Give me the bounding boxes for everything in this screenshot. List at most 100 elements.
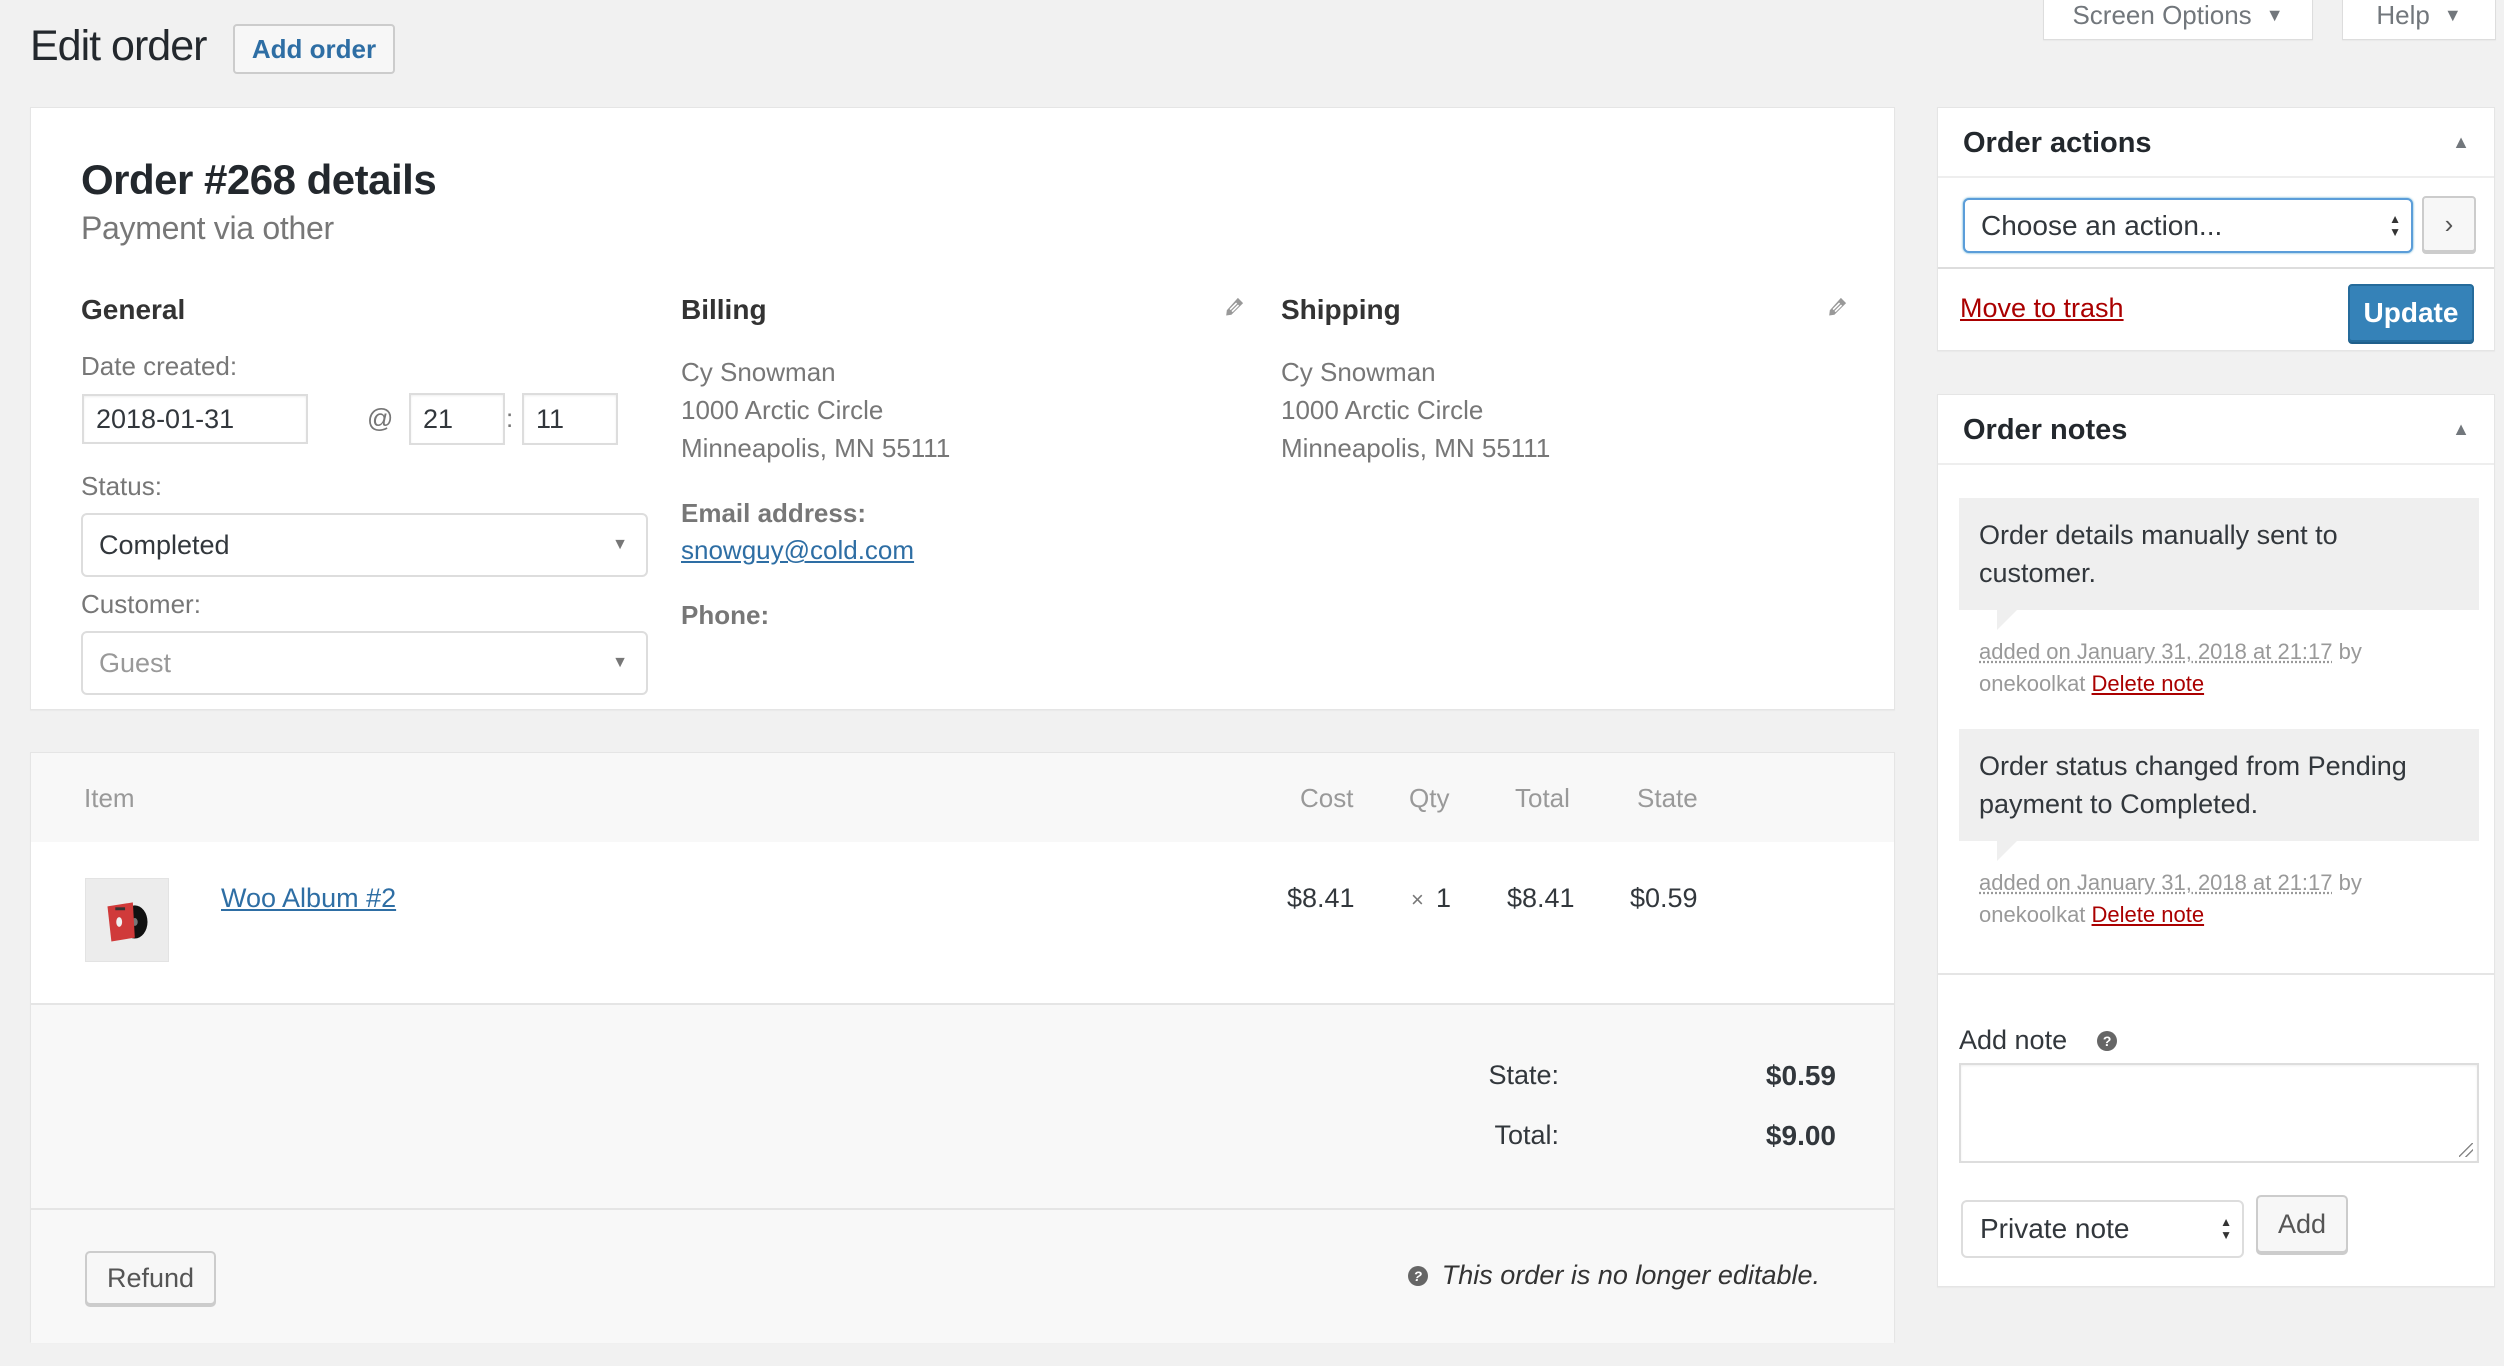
items-actions-bar: Refund ? This order is no longer editabl…: [31, 1208, 1894, 1343]
note-item: Order details manually sent to customer.…: [1959, 498, 2479, 700]
add-order-button[interactable]: Add order: [233, 24, 395, 74]
select-arrows-icon: ▲ ▼: [2389, 211, 2401, 239]
email-label: Email address:: [681, 498, 866, 528]
add-note-textarea[interactable]: [1959, 1063, 2479, 1163]
billing-title: Billing: [681, 294, 767, 325]
order-actions-footer: Move to trash Update: [1938, 267, 2494, 352]
payment-method: Payment via other: [81, 210, 334, 246]
page-title: Edit order: [30, 22, 207, 70]
shipping-title: Shipping: [1281, 294, 1401, 325]
general-title: General: [81, 294, 186, 325]
delete-note-link[interactable]: Delete note: [2092, 671, 2205, 696]
column-header-state: State: [1637, 783, 1698, 813]
minute-input[interactable]: 11: [522, 393, 618, 445]
item-cost: $8.41: [1287, 883, 1355, 913]
items-table-header: Item Cost Qty Total State: [31, 753, 1894, 842]
column-header-cost: Cost: [1300, 783, 1354, 813]
order-notes-title: Order notes: [1963, 414, 2128, 446]
shipping-name: Cy Snowman: [1281, 357, 1436, 387]
note-meta: added on January 31, 2018 at 21:17 by on…: [1959, 636, 2479, 700]
resize-handle-icon[interactable]: [2459, 1143, 2473, 1157]
order-notes-box: Order notes ▲ Order details manually sen…: [1937, 394, 2495, 1287]
caret-down-icon: ▼: [612, 654, 628, 671]
item-qty: 1: [1436, 883, 1452, 913]
triangle-down-icon: ▼: [2443, 5, 2462, 25]
date-input[interactable]: 2018-01-31: [82, 394, 308, 444]
collapse-toggle-icon[interactable]: ▲: [2452, 419, 2470, 440]
at-symbol: @: [367, 403, 394, 433]
not-editable-text: This order is no longer editable.: [1441, 1260, 1820, 1290]
note-type-select[interactable]: Private note ▲ ▼: [1961, 1200, 2244, 1258]
notes-divider: [1938, 973, 2494, 975]
select-arrows-icon: ▲ ▼: [2220, 1215, 2232, 1242]
order-data-panel: Order #268 details Payment via other Gen…: [30, 107, 1895, 710]
help-label: Help: [2376, 0, 2430, 30]
customer-label: Customer:: [81, 589, 201, 619]
note-content: Order details manually sent to customer.: [1959, 498, 2479, 630]
edit-billing-pencil-icon[interactable]: [1221, 294, 1247, 320]
note-item: Order status changed from Pending paymen…: [1959, 729, 2479, 931]
order-totals: State: $0.59 Total: $9.00: [31, 1003, 1894, 1208]
order-items-panel: Item Cost Qty Total State Woo Album #2 $…: [30, 752, 1895, 1343]
totals-total-label: Total:: [1494, 1120, 1559, 1150]
add-note-label-row: Add note ?: [1959, 1025, 2118, 1056]
order-notes-header[interactable]: Order notes ▲: [1938, 395, 2494, 465]
order-actions-box: Order actions ▲ Choose an action... ▲ ▼ ›…: [1937, 107, 2495, 351]
move-to-trash-link[interactable]: Move to trash: [1960, 293, 2124, 324]
billing-city-line: Minneapolis, MN 55111: [681, 433, 951, 463]
customer-value: Guest: [99, 647, 172, 678]
screen-options-label: Screen Options: [2072, 0, 2252, 30]
note-date: added on January 31, 2018 at 21:17: [1979, 870, 2333, 895]
column-header-item: Item: [84, 783, 135, 813]
delete-note-link[interactable]: Delete note: [2092, 902, 2205, 927]
totals-total-value: $9.00: [1765, 1120, 1836, 1151]
add-note-button[interactable]: Add: [2256, 1195, 2348, 1253]
shipping-address-line1: 1000 Arctic Circle: [1281, 395, 1484, 425]
add-note-label: Add note: [1959, 1025, 2068, 1055]
triangle-down-icon: ▼: [2265, 5, 2284, 25]
update-button[interactable]: Update: [2348, 284, 2474, 342]
note-by: by: [2338, 870, 2362, 895]
billing-name: Cy Snowman: [681, 357, 836, 387]
column-header-qty: Qty: [1409, 783, 1450, 813]
order-heading: Order #268 details: [81, 156, 437, 203]
status-value: Completed: [99, 529, 230, 560]
note-by: by: [2338, 639, 2362, 664]
time-separator: :: [506, 403, 514, 433]
note-author: onekoolkat: [1979, 671, 2086, 696]
edit-shipping-pencil-icon[interactable]: [1824, 294, 1850, 320]
date-created-label: Date created:: [81, 351, 238, 381]
totals-state-label: State:: [1488, 1060, 1559, 1090]
status-label: Status:: [81, 471, 162, 501]
refund-button[interactable]: Refund: [85, 1251, 216, 1305]
help-icon[interactable]: ?: [2097, 1030, 2118, 1051]
order-actions-header[interactable]: Order actions ▲: [1938, 108, 2494, 178]
note-type-value: Private note: [1980, 1213, 2130, 1244]
column-header-total: Total: [1515, 783, 1570, 813]
note-meta: added on January 31, 2018 at 21:17 by on…: [1959, 867, 2479, 931]
order-action-value: Choose an action...: [1981, 209, 2223, 241]
not-editable-notice: ? This order is no longer editable.: [1407, 1260, 1820, 1291]
help-tab[interactable]: Help ▼: [2342, 0, 2496, 40]
hour-input[interactable]: 21: [409, 393, 505, 445]
product-link[interactable]: Woo Album #2: [221, 883, 396, 914]
note-content: Order status changed from Pending paymen…: [1959, 729, 2479, 861]
customer-select[interactable]: Guest ▼: [81, 631, 648, 695]
screen-options-tab[interactable]: Screen Options ▼: [2043, 0, 2313, 40]
totals-state-value: $0.59: [1765, 1060, 1836, 1091]
qty-times-symbol: ×: [1411, 887, 1424, 912]
billing-address-line1: 1000 Arctic Circle: [681, 395, 884, 425]
billing-email-link[interactable]: snowguy@cold.com: [681, 535, 914, 566]
shipping-city-line: Minneapolis, MN 55111: [1281, 433, 1551, 463]
phone-label: Phone:: [681, 600, 770, 630]
collapse-toggle-icon[interactable]: ▲: [2452, 132, 2470, 153]
order-action-select[interactable]: Choose an action... ▲ ▼: [1963, 198, 2413, 253]
item-total: $8.41: [1507, 883, 1575, 913]
note-author: onekoolkat: [1979, 902, 2086, 927]
apply-action-button[interactable]: ›: [2422, 196, 2476, 252]
vinyl-record-icon: [107, 902, 148, 942]
product-thumbnail: [85, 878, 169, 962]
help-icon: ?: [1407, 1265, 1428, 1286]
caret-down-icon: ▼: [612, 536, 628, 553]
status-select[interactable]: Completed ▼: [81, 513, 648, 577]
